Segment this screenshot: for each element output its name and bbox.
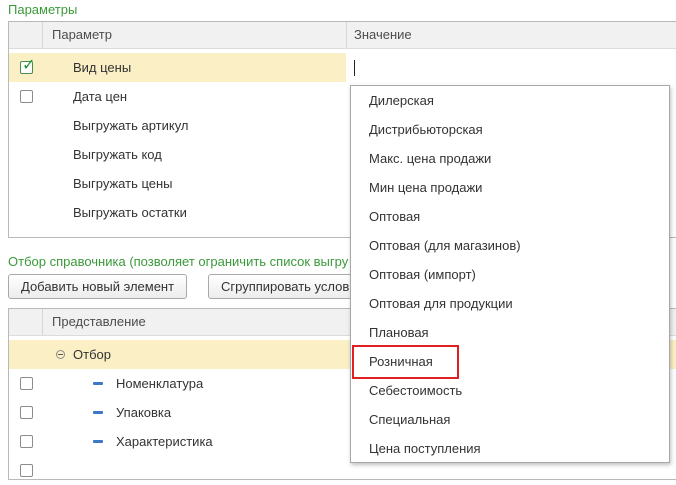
filter-checkbox[interactable]	[20, 377, 33, 390]
param-row-price-type[interactable]: ✓ Вид цены	[9, 53, 676, 82]
column-header-param[interactable]: Параметр	[52, 22, 112, 48]
dropdown-item[interactable]: Оптовая (для магазинов)	[351, 231, 669, 260]
filter-checkbox[interactable]	[20, 406, 33, 419]
group-conditions-button[interactable]: Сгруппировать услов	[208, 274, 368, 299]
param-label: Выгружать цены	[73, 176, 173, 191]
param-label: Выгружать артикул	[73, 118, 189, 133]
add-element-button[interactable]: Добавить новый элемент	[8, 274, 187, 299]
param-label: Выгружать остатки	[73, 205, 187, 220]
highlight-frame	[352, 345, 459, 379]
filter-row-label: Характеристика	[116, 434, 213, 449]
params-grid-header: Параметр Значение	[9, 22, 676, 49]
filter-checkbox[interactable]	[20, 464, 33, 477]
dropdown-item[interactable]: Дистрибьюторская	[351, 115, 669, 144]
param-checkbox-price-date[interactable]	[20, 90, 33, 103]
price-type-dropdown[interactable]: Дилерская Дистрибьюторская Макс. цена пр…	[350, 85, 670, 463]
text-caret	[354, 60, 355, 76]
dropdown-item[interactable]: Мин цена продажи	[351, 173, 669, 202]
dropdown-item[interactable]: Макс. цена продажи	[351, 144, 669, 173]
value-input-price-type[interactable]	[346, 53, 676, 82]
column-header-representation[interactable]: Представление	[52, 309, 146, 335]
filter-row-label: Отбор	[73, 347, 111, 362]
dropdown-item[interactable]: Дилерская	[351, 86, 669, 115]
item-dash-icon	[93, 382, 103, 385]
filter-checkbox[interactable]	[20, 435, 33, 448]
param-label: Дата цен	[73, 89, 128, 104]
dropdown-item[interactable]: Оптовая	[351, 202, 669, 231]
dropdown-item[interactable]: Цена поступления	[351, 434, 669, 463]
collapse-minus-icon[interactable]	[56, 350, 65, 359]
filter-section-title: Отбор справочника (позволяет ограничить …	[8, 254, 349, 269]
dropdown-item[interactable]: Специальная	[351, 405, 669, 434]
dropdown-item[interactable]: Плановая	[351, 318, 669, 347]
param-checkbox-price-type[interactable]: ✓	[20, 57, 36, 74]
dropdown-item[interactable]: Оптовая для продукции	[351, 289, 669, 318]
param-label: Выгружать код	[73, 147, 162, 162]
dropdown-item[interactable]: Себестоимость	[351, 376, 669, 405]
params-section-title: Параметры	[8, 2, 78, 17]
item-dash-icon	[93, 440, 103, 443]
param-label: Вид цены	[73, 60, 132, 75]
dropdown-item[interactable]: Оптовая (импорт)	[351, 260, 669, 289]
filter-row-label: Номенклатура	[116, 376, 204, 391]
column-header-value[interactable]: Значение	[354, 22, 412, 48]
filter-row-label: Упаковка	[116, 405, 172, 420]
checkmark-icon: ✓	[22, 57, 36, 74]
item-dash-icon	[93, 411, 103, 414]
